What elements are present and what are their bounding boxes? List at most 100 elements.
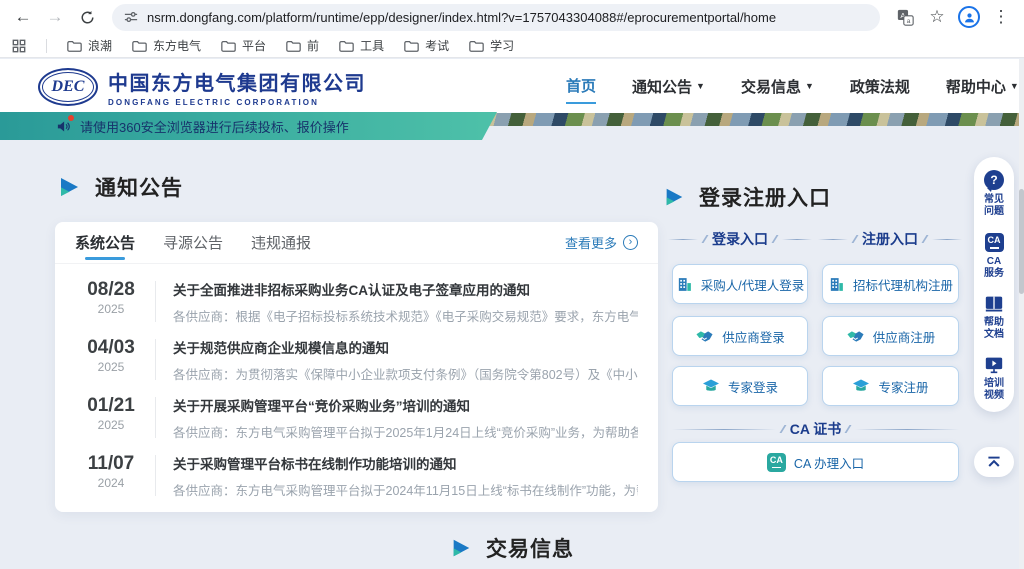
notice-title[interactable]: 关于采购管理平台标书在线制作功能培训的通知 [173, 453, 638, 473]
chevron-right-icon: › [623, 235, 638, 250]
nav-notices[interactable]: 通知公告▼ [632, 70, 705, 103]
button-label: 供应商登录 [722, 327, 785, 346]
bookmark-label[interactable]: 学习 [490, 37, 514, 54]
reload-icon[interactable] [74, 4, 100, 30]
view-more-link[interactable]: 查看更多 › [565, 233, 638, 252]
company-name-en: DONGFANG ELECTRIC CORPORATION [108, 98, 366, 107]
back-icon[interactable]: ← [10, 4, 36, 30]
login-group-label: 登录入口 [668, 229, 812, 249]
bookmark-label[interactable]: 考试 [425, 37, 449, 54]
ticker-text: 请使用360安全浏览器进行后续投标、报价操作 [80, 117, 349, 136]
chevron-down-icon: ▼ [696, 81, 705, 91]
back-to-top-button[interactable] [974, 447, 1014, 477]
profile-icon[interactable] [956, 4, 982, 30]
nav-trade-info[interactable]: 交易信息▼ [741, 70, 814, 103]
training-video-icon [984, 356, 1004, 374]
expert-register-button[interactable]: 专家注册 [822, 366, 959, 406]
chevron-down-icon: ▼ [805, 81, 814, 91]
quickbar-item-training-videos[interactable]: 培训视频 [984, 356, 1004, 402]
section-arrow-icon [663, 186, 685, 208]
button-label: 专家登录 [728, 377, 778, 396]
notices-card: 系统公告 寻源公告 违规通报 查看更多 › 08/28 2025 关于全面推进非… [55, 222, 658, 512]
ca-apply-button[interactable]: CA CA 办理入口 [672, 442, 959, 482]
question-icon: ? [984, 170, 1004, 190]
quickbar-item-help-docs[interactable]: 帮助文档 [984, 295, 1004, 341]
quickbar-item-ca-service[interactable]: CA CA服务 [984, 233, 1004, 280]
button-label: 供应商注册 [873, 327, 936, 346]
bookmark-folder[interactable]: 学习 [469, 37, 514, 54]
buyer-agent-login-button[interactable]: 采购人/代理人登录 [672, 264, 808, 304]
button-label: 招标代理机构注册 [853, 275, 953, 294]
quickbar-item-faq[interactable]: ? 常见问题 [984, 170, 1004, 218]
help-doc-icon [984, 295, 1004, 313]
company-name-cn: 中国东方电气集团有限公司 [108, 67, 366, 96]
scrollbar-track[interactable] [1019, 59, 1024, 569]
notice-title[interactable]: 关于全面推进非招标采购业务CA认证及电子签章应用的通知 [173, 279, 638, 299]
apps-grid-icon[interactable] [12, 39, 26, 53]
supplier-register-button[interactable]: 供应商注册 [822, 316, 959, 356]
nav-policies[interactable]: 政策法规 [850, 70, 910, 103]
button-label: 专家注册 [878, 377, 928, 396]
graduation-cap-icon [852, 378, 870, 394]
site-header: DEC 中国东方电气集团有限公司 DONGFANG ELECTRIC CORPO… [0, 59, 1024, 113]
bookmark-folder[interactable]: 平台 [221, 37, 266, 54]
button-label: CA 办理入口 [794, 453, 864, 472]
trade-section-title: 交易信息 [486, 533, 574, 563]
url-bar[interactable]: nsrm.dongfang.com/platform/runtime/epp/d… [112, 4, 880, 31]
tab-sourcing-notices[interactable]: 寻源公告 [163, 222, 223, 264]
expert-login-button[interactable]: 专家登录 [672, 366, 808, 406]
nav-home[interactable]: 首页 [566, 69, 596, 104]
bookmark-folder[interactable]: 考试 [404, 37, 449, 54]
bidding-agency-register-button[interactable]: 招标代理机构注册 [822, 264, 959, 304]
url-text[interactable]: nsrm.dongfang.com/platform/runtime/epp/d… [147, 10, 776, 25]
bookmark-label[interactable]: 前 [307, 37, 319, 54]
site-info-icon[interactable] [124, 10, 138, 24]
bookmark-folder[interactable]: 前 [286, 37, 319, 54]
button-label: 采购人/代理人登录 [701, 275, 804, 294]
portal-section-title: 登录注册入口 [699, 182, 831, 212]
notice-row[interactable]: 04/03 2025 关于规范供应商企业规模信息的通知 各供应商：为贯彻落实《保… [55, 328, 658, 386]
register-group-label: 注册入口 [818, 229, 962, 249]
notice-row[interactable]: 01/21 2025 关于开展采购管理平台“竞价采购业务”培训的通知 各供应商：… [55, 386, 658, 444]
building-icon [828, 276, 845, 293]
section-arrow-icon [57, 175, 81, 199]
notices-tabbar: 系统公告 寻源公告 违规通报 查看更多 › [55, 222, 658, 264]
handshake-icon [846, 328, 865, 345]
browser-menu-icon[interactable]: ⋮ [988, 4, 1014, 30]
bookmarks-bar: 浪潮 东方电气 平台 前 工具 考试 学习 [0, 34, 1024, 58]
notice-date: 01/21 2025 [75, 395, 147, 432]
main-nav: 首页 通知公告▼ 交易信息▼ 政策法规 帮助中心▼ [566, 59, 1019, 113]
forward-icon[interactable]: → [42, 4, 68, 30]
supplier-login-button[interactable]: 供应商登录 [672, 316, 808, 356]
tab-violation-reports[interactable]: 违规通报 [251, 222, 311, 264]
bookmark-label[interactable]: 工具 [360, 37, 384, 54]
bookmark-folder[interactable]: 东方电气 [132, 37, 201, 54]
dec-logo-icon: DEC [38, 68, 98, 106]
ca-icon: CA [985, 233, 1004, 252]
nav-help-center[interactable]: 帮助中心▼ [946, 70, 1019, 103]
notice-title[interactable]: 关于开展采购管理平台“竞价采购业务”培训的通知 [173, 395, 638, 415]
notice-row[interactable]: 08/28 2025 关于全面推进非招标采购业务CA认证及电子签章应用的通知 各… [55, 270, 658, 328]
trade-section-heading: 交易信息 [0, 533, 1024, 563]
bookmark-star-icon[interactable]: ☆ [924, 4, 950, 30]
scrollbar-thumb[interactable] [1019, 189, 1024, 294]
graduation-cap-icon [702, 378, 720, 394]
bookmark-label[interactable]: 平台 [242, 37, 266, 54]
tab-system-notices[interactable]: 系统公告 [75, 222, 135, 264]
translate-icon[interactable]: Aa [892, 4, 918, 30]
notices-section-title: 通知公告 [95, 172, 183, 202]
notice-row[interactable]: 11/07 2024 关于采购管理平台标书在线制作功能培训的通知 各供应商：东方… [55, 444, 658, 502]
notices-section-heading: 通知公告 [57, 172, 183, 202]
divider [46, 39, 47, 53]
bookmark-label[interactable]: 浪潮 [88, 37, 112, 54]
back-to-top-icon [986, 455, 1002, 469]
bookmark-folder[interactable]: 浪潮 [67, 37, 112, 54]
notice-desc: 各供应商：东方电气采购管理平台拟于2024年11月15日上线“标书在线制作”功能… [173, 480, 638, 499]
notice-title[interactable]: 关于规范供应商企业规模信息的通知 [173, 337, 638, 357]
ca-icon: CA [767, 453, 786, 472]
bookmark-label[interactable]: 东方电气 [153, 37, 201, 54]
bookmark-folder[interactable]: 工具 [339, 37, 384, 54]
screen: ← → nsrm.dongfang.com/platform/runtime/e… [0, 0, 1024, 569]
brand-logo[interactable]: DEC 中国东方电气集团有限公司 DONGFANG ELECTRIC CORPO… [38, 67, 366, 107]
floating-quickbar: ? 常见问题 CA CA服务 帮助文档 培训视频 [974, 157, 1014, 412]
